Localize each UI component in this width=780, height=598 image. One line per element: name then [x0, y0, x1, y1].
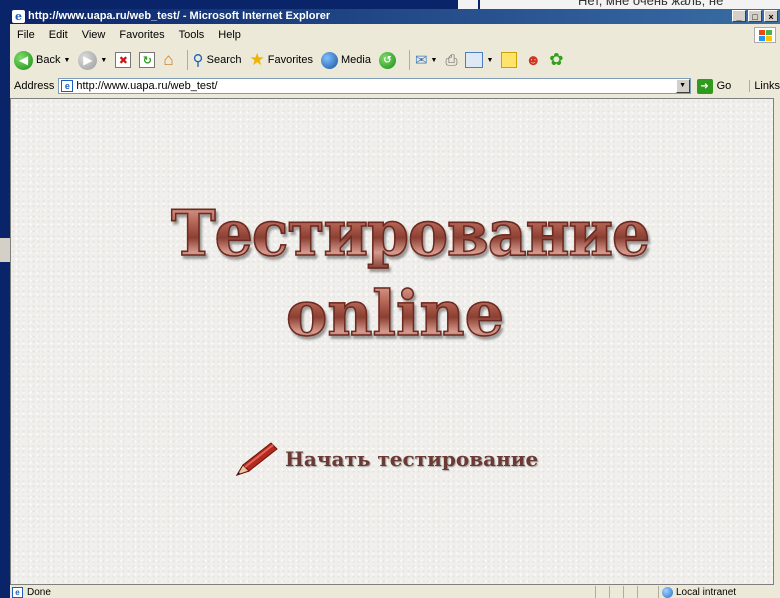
- page-viewport: Тестирование online Начать тестирование: [10, 98, 774, 585]
- search-label: Search: [206, 54, 242, 66]
- forward-arrow-icon: ▶: [78, 50, 98, 70]
- minimize-button[interactable]: _: [732, 10, 746, 22]
- toolbar-separator: [408, 50, 410, 70]
- title-bar[interactable]: e http://www.uapa.ru/web_test/ - Microso…: [10, 9, 780, 24]
- refresh-icon: ↻: [139, 52, 156, 68]
- dropdown-arrow-icon: ▼: [486, 56, 494, 64]
- status-panel: [637, 586, 651, 598]
- edit-button[interactable]: ▼: [465, 52, 493, 68]
- menu-bar: File Edit View Favorites Tools Help: [10, 26, 780, 44]
- intranet-globe-icon: [662, 586, 673, 598]
- maximize-button[interactable]: □: [748, 10, 762, 22]
- print-button[interactable]: ⎙: [445, 52, 457, 69]
- pencil-icon: [235, 442, 278, 476]
- search-icon: ⚲: [192, 52, 204, 69]
- address-url[interactable]: http://www.uapa.ru/web_test/: [76, 80, 217, 92]
- address-input[interactable]: e http://www.uapa.ru/web_test/ ▼: [58, 78, 691, 94]
- messenger-button[interactable]: ☻: [525, 52, 541, 69]
- history-button[interactable]: ↺: [378, 51, 396, 69]
- menu-view[interactable]: View: [75, 29, 113, 41]
- icq-button[interactable]: ✿: [549, 50, 563, 70]
- discuss-button[interactable]: [501, 52, 518, 68]
- home-icon: ⌂: [163, 50, 174, 69]
- desktop-background-left: [0, 0, 10, 598]
- media-label: Media: [340, 54, 371, 66]
- start-test-label[interactable]: Начать тестирование: [285, 447, 538, 471]
- stop-button[interactable]: ✖: [115, 52, 132, 68]
- ie-icon: e: [12, 10, 25, 23]
- status-panel: [609, 586, 623, 598]
- status-panels: [595, 586, 651, 598]
- edit-page-icon: [465, 52, 484, 68]
- search-button[interactable]: ⚲ Search: [193, 51, 242, 69]
- logo-subtitle: online: [285, 276, 505, 351]
- messenger-icon: ☻: [525, 51, 542, 69]
- note-icon: [501, 52, 518, 68]
- go-button[interactable]: ➜ Go: [696, 78, 736, 94]
- status-bar: e Done Local intranet: [10, 586, 780, 598]
- media-globe-icon: [320, 51, 338, 69]
- toolbar-separator: [186, 50, 188, 70]
- refresh-button[interactable]: ↻: [139, 52, 156, 68]
- status-panel: [595, 586, 609, 598]
- address-dropdown-button[interactable]: ▼: [675, 79, 690, 93]
- back-arrow-icon: ◀: [14, 50, 33, 70]
- page-icon: e: [61, 80, 74, 92]
- printer-icon: ⎙: [445, 51, 458, 69]
- background-window-text: Нет, мне очень жаль, не: [578, 0, 724, 8]
- standard-toolbar: ◀ Back ▼ ▶ ▼ ✖ ↻ ⌂ ⚲ Search ★ Favorites …: [10, 47, 780, 73]
- address-bar: Address e http://www.uapa.ru/web_test/ ▼…: [10, 76, 780, 96]
- security-zone: Local intranet: [658, 586, 736, 598]
- menu-favorites[interactable]: Favorites: [112, 29, 171, 41]
- favorites-button[interactable]: ★ Favorites: [249, 50, 313, 70]
- mail-icon: ✉: [414, 52, 428, 69]
- address-label: Address: [14, 80, 55, 92]
- browser-window: e http://www.uapa.ru/web_test/ - Microso…: [10, 9, 780, 598]
- vertical-scrollbar[interactable]: [774, 98, 780, 585]
- start-test-link[interactable]: Начать тестирование: [231, 439, 538, 479]
- dropdown-arrow-icon: ▼: [63, 56, 71, 64]
- icq-flower-icon: ✿: [549, 50, 564, 69]
- links-toolbar[interactable]: Links: [749, 80, 780, 92]
- zone-label: Local intranet: [676, 586, 737, 598]
- logo-title: Тестирование: [170, 196, 651, 271]
- back-button[interactable]: ◀ Back ▼: [14, 50, 71, 70]
- star-icon: ★: [249, 50, 265, 69]
- menu-help[interactable]: Help: [211, 29, 248, 41]
- menu-edit[interactable]: Edit: [42, 29, 75, 41]
- status-text: Done: [27, 586, 51, 598]
- windows-logo-icon: [754, 27, 776, 43]
- mail-button[interactable]: ✉ ▼: [415, 51, 438, 69]
- status-page-icon: e: [12, 586, 23, 598]
- favorites-label: Favorites: [267, 54, 313, 66]
- back-label: Back: [36, 54, 61, 66]
- close-button[interactable]: ×: [764, 10, 778, 22]
- home-button[interactable]: ⌂: [163, 50, 173, 70]
- dropdown-arrow-icon: ▼: [100, 56, 108, 64]
- history-icon: ↺: [378, 51, 396, 69]
- dropdown-arrow-icon: ▼: [430, 56, 438, 64]
- window-title: http://www.uapa.ru/web_test/ - Microsoft…: [28, 10, 331, 22]
- stop-icon: ✖: [115, 52, 132, 68]
- go-label: Go: [716, 80, 732, 92]
- forward-button[interactable]: ▶ ▼: [78, 50, 108, 70]
- menu-file[interactable]: File: [10, 29, 42, 41]
- go-arrow-icon: ➜: [696, 78, 713, 94]
- media-button[interactable]: Media: [320, 51, 371, 69]
- menu-tools[interactable]: Tools: [172, 29, 212, 41]
- status-panel: [623, 586, 637, 598]
- background-window-edge: [0, 238, 10, 262]
